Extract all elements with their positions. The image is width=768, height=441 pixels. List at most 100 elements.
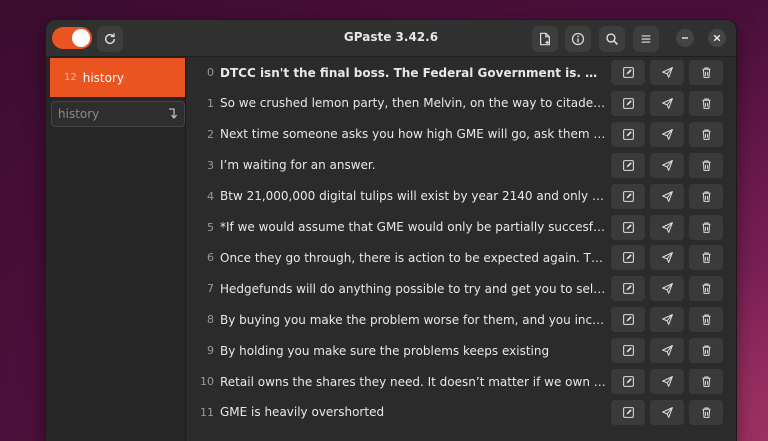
edit-icon <box>622 252 634 264</box>
edit-button[interactable] <box>611 307 645 333</box>
item-text[interactable]: By holding you make sure the problems ke… <box>220 344 606 358</box>
close-button[interactable] <box>708 29 726 47</box>
list-item[interactable]: 7 Hedgefunds will do anything possible to… <box>186 273 736 304</box>
send-icon <box>661 190 673 202</box>
minimize-button[interactable] <box>676 29 694 47</box>
search-icon <box>606 33 618 45</box>
history-count: 12 <box>64 72 77 83</box>
upload-button[interactable] <box>650 90 684 116</box>
delete-button[interactable] <box>689 183 723 209</box>
trash-icon <box>701 376 711 387</box>
edit-icon <box>622 128 634 140</box>
edit-icon <box>622 406 634 418</box>
upload-button[interactable] <box>650 60 684 85</box>
trash-icon <box>701 129 711 140</box>
edit-button[interactable] <box>611 60 645 85</box>
edit-icon <box>622 376 634 387</box>
upload-button[interactable] <box>650 214 684 240</box>
list-item[interactable]: 6 Once they go through, there is action t… <box>186 242 736 273</box>
delete-button[interactable] <box>689 245 723 271</box>
upload-button[interactable] <box>650 399 684 425</box>
upload-button[interactable] <box>650 307 684 333</box>
list-item[interactable]: 4 Btw 21,000,000 digital tulips will exis… <box>186 181 736 212</box>
trash-icon <box>701 222 711 233</box>
list-item[interactable]: 5 *If we would assume that GME would only… <box>186 212 736 243</box>
edit-button[interactable] <box>611 152 645 178</box>
list-item[interactable]: 0 DTCC isn't the final boss. The Federal … <box>186 57 736 88</box>
upload-button[interactable] <box>650 369 684 394</box>
new-history-placeholder: history <box>58 107 100 121</box>
edit-button[interactable] <box>611 121 645 147</box>
item-text[interactable]: GME is heavily overshorted <box>220 405 606 419</box>
item-text[interactable]: Btw 21,000,000 digital tulips will exist… <box>220 189 606 203</box>
hamburger-menu-icon <box>641 35 651 43</box>
delete-button[interactable] <box>689 214 723 240</box>
edit-button[interactable] <box>611 90 645 116</box>
send-icon <box>661 159 673 171</box>
delete-button[interactable] <box>689 399 723 425</box>
item-text[interactable]: So we crushed lemon party, then Melvin, … <box>220 96 606 110</box>
sidebar-item-history[interactable]: 12 history <box>50 58 185 97</box>
delete-button[interactable] <box>689 152 723 178</box>
list-item[interactable]: 2 Next time someone asks you how high GME… <box>186 119 736 150</box>
delete-button[interactable] <box>689 60 723 85</box>
delete-button[interactable] <box>689 121 723 147</box>
item-text[interactable]: Next time someone asks you how high GME … <box>220 127 606 141</box>
item-index: 3 <box>207 158 214 172</box>
new-item-button[interactable] <box>532 26 558 52</box>
edit-button[interactable] <box>611 245 645 271</box>
edit-icon <box>622 314 634 326</box>
sidebar: 12 history history <box>46 57 186 441</box>
delete-button[interactable] <box>689 90 723 116</box>
search-button[interactable] <box>599 26 625 52</box>
upload-button[interactable] <box>650 338 684 364</box>
list-item[interactable]: 1 So we crushed lemon party, then Melvin,… <box>186 88 736 119</box>
trash-icon <box>701 191 711 202</box>
edit-button[interactable] <box>611 214 645 240</box>
close-icon <box>713 34 721 42</box>
item-text[interactable]: Once they go through, there is action to… <box>220 251 606 265</box>
list-item[interactable]: 8 By buying you make the problem worse fo… <box>186 304 736 335</box>
send-icon <box>661 283 673 295</box>
item-text[interactable]: DTCC isn't the final boss. The Federal G… <box>220 66 606 80</box>
item-index: 5 <box>207 220 214 234</box>
upload-button[interactable] <box>650 121 684 147</box>
item-index: 10 <box>200 375 214 388</box>
upload-button[interactable] <box>650 183 684 209</box>
minimize-icon <box>682 37 688 39</box>
edit-button[interactable] <box>611 369 645 394</box>
list-item[interactable]: 11 GME is heavily overshorted <box>186 397 736 428</box>
list-item[interactable]: 3 I’m waiting for an answer. <box>186 150 736 181</box>
item-text[interactable]: *If we would assume that GME would only … <box>220 220 606 234</box>
edit-icon <box>622 97 634 109</box>
edit-button[interactable] <box>611 399 645 425</box>
trash-icon <box>701 314 711 326</box>
item-index: 8 <box>207 313 214 327</box>
upload-button[interactable] <box>650 276 684 302</box>
delete-button[interactable] <box>689 307 723 333</box>
item-text[interactable]: Retail owns the shares they need. It doe… <box>220 375 606 389</box>
item-text[interactable]: By buying you make the problem worse for… <box>220 313 606 327</box>
edit-button[interactable] <box>611 276 645 302</box>
delete-button[interactable] <box>689 338 723 364</box>
item-index: 11 <box>200 405 214 419</box>
upload-button[interactable] <box>650 152 684 178</box>
delete-button[interactable] <box>689 276 723 302</box>
list-item[interactable]: 9 By holding you make sure the problems k… <box>186 335 736 366</box>
delete-button[interactable] <box>689 369 723 394</box>
item-index: 2 <box>207 127 214 141</box>
clipboard-history-list: 0 DTCC isn't the final boss. The Federal … <box>186 57 736 441</box>
trash-icon <box>701 98 711 109</box>
list-item[interactable]: 10 Retail owns the shares they need. It d… <box>186 366 736 397</box>
upload-button[interactable] <box>650 245 684 271</box>
new-history-input[interactable]: history <box>51 101 185 127</box>
add-history-icon[interactable] <box>165 107 179 121</box>
send-icon <box>661 128 673 140</box>
main-menu-button[interactable] <box>633 26 659 52</box>
item-text[interactable]: Hedgefunds will do anything possible to … <box>220 282 606 296</box>
edit-button[interactable] <box>611 338 645 364</box>
edit-button[interactable] <box>611 183 645 209</box>
item-text[interactable]: I’m waiting for an answer. <box>220 158 606 172</box>
send-icon <box>661 221 673 233</box>
about-button[interactable] <box>565 26 591 52</box>
